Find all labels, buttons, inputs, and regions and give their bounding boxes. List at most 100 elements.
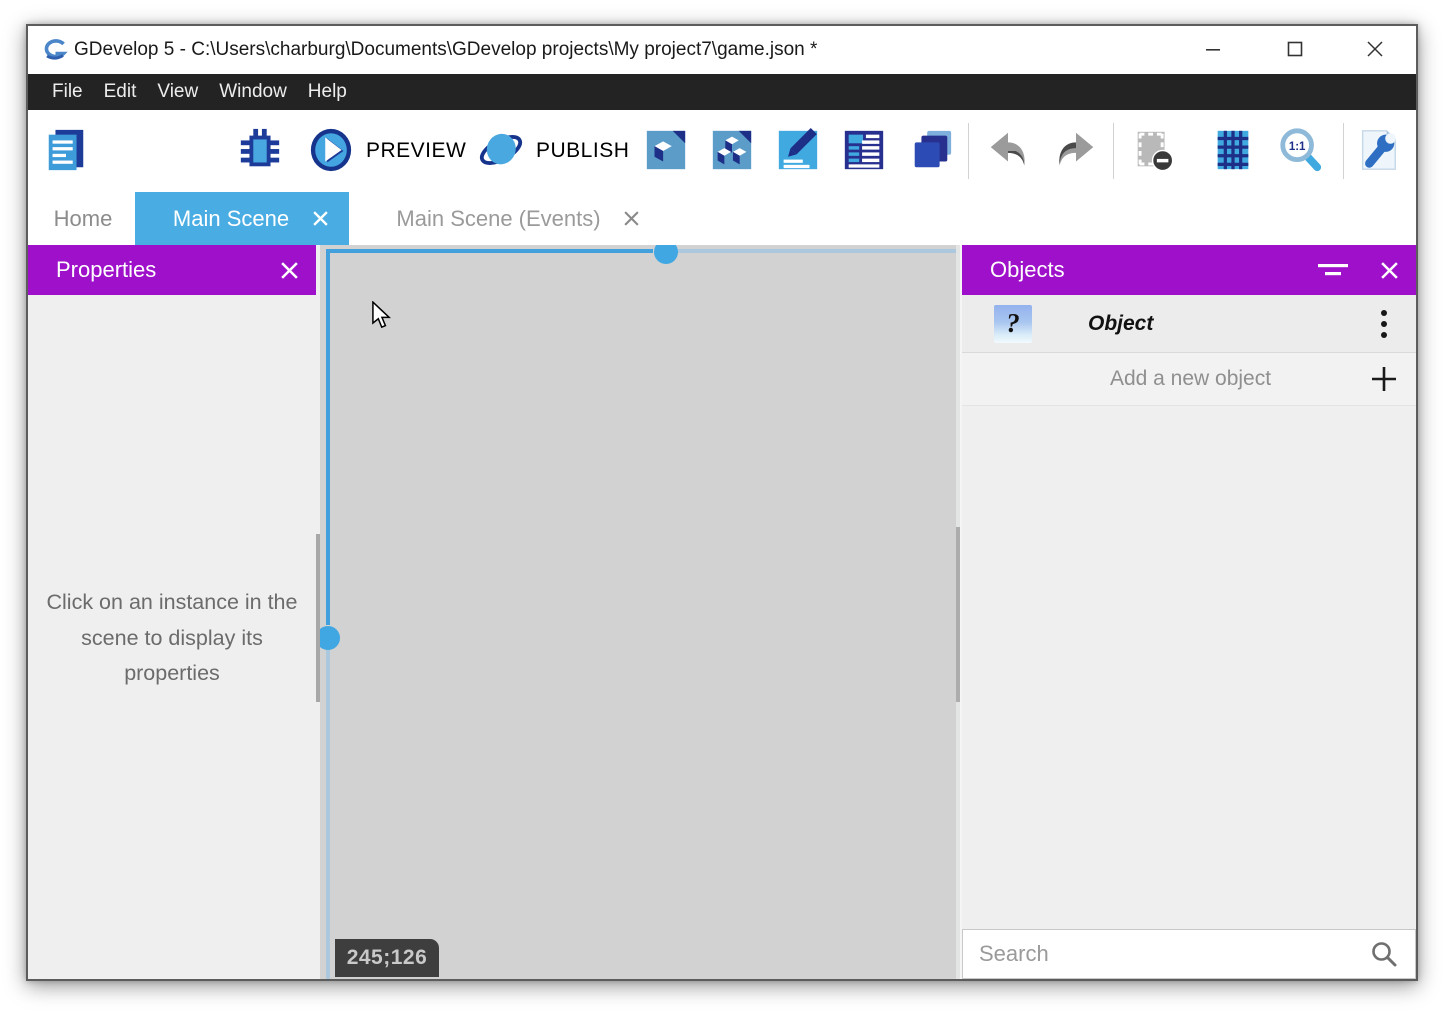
main-content: Properties Click on an instance in the s…	[28, 245, 1416, 979]
window-frame-top-border-extension	[676, 249, 956, 253]
window-frame-left-border-extension	[326, 649, 330, 979]
edit-object-groups-button[interactable]	[709, 127, 755, 173]
toolbar-separator	[1343, 123, 1344, 179]
search-input[interactable]	[963, 941, 1367, 967]
scene-editor: 245;126	[316, 245, 962, 979]
object-menu-button[interactable]	[1369, 307, 1399, 341]
debugger-button[interactable]	[237, 127, 283, 173]
add-object-button[interactable]	[1367, 362, 1401, 396]
properties-panel-title: Properties	[56, 257, 274, 283]
maximize-button[interactable]	[1272, 26, 1318, 72]
window-title: GDevelop 5 - C:\Users\charburg\Documents…	[74, 26, 817, 74]
menu-bar: File Edit View Window Help	[28, 74, 1416, 110]
redo-icon	[1053, 127, 1099, 173]
objects-panel-header: Objects	[962, 245, 1416, 295]
minimize-button[interactable]	[1190, 26, 1236, 72]
zoom-1-1-icon: 1:1	[1277, 127, 1323, 173]
minimize-icon	[1205, 41, 1221, 57]
edit-scene-properties-icon	[775, 127, 821, 173]
preview-label[interactable]: PREVIEW	[366, 110, 466, 192]
preview-button[interactable]	[308, 127, 354, 173]
close-icon	[1366, 40, 1384, 58]
close-icon	[623, 210, 640, 227]
close-objects-button[interactable]	[1374, 255, 1404, 285]
plus-icon	[1370, 365, 1398, 393]
layers-icon	[908, 127, 954, 173]
close-tab-button[interactable]	[305, 204, 335, 234]
frame-resize-handle-left[interactable]	[320, 626, 340, 650]
filter-icon	[1318, 262, 1348, 278]
edit-object-groups-icon	[709, 127, 755, 173]
close-icon	[1380, 261, 1399, 280]
mouse-cursor	[368, 301, 394, 329]
scene-right-scrollbar-thumb[interactable]	[956, 527, 960, 702]
scene-canvas[interactable]: 245;126	[320, 245, 956, 979]
undo-icon	[985, 127, 1031, 173]
objects-search-bar	[962, 929, 1416, 979]
close-properties-button[interactable]	[274, 255, 304, 285]
tab-label: Main Scene	[157, 206, 305, 232]
search-icon[interactable]	[1367, 937, 1401, 971]
gdevelop-logo-icon	[42, 37, 68, 63]
preview-play-icon	[308, 126, 354, 174]
tab-main-scene[interactable]: Main Scene	[135, 192, 349, 245]
toolbar: PREVIEW PUBLISH	[28, 110, 1416, 192]
objects-list-icon	[841, 127, 887, 173]
cursor-coordinates-badge: 245;126	[335, 939, 439, 977]
objects-panel-body	[962, 406, 1416, 979]
menu-file[interactable]: File	[42, 74, 93, 110]
app-window: GDevelop 5 - C:\Users\charburg\Documents…	[26, 24, 1418, 981]
menu-help[interactable]: Help	[298, 74, 357, 110]
debugger-icon	[237, 127, 283, 173]
redo-button[interactable]	[1053, 127, 1099, 173]
menu-window[interactable]: Window	[209, 74, 297, 110]
title-bar: GDevelop 5 - C:\Users\charburg\Documents…	[28, 26, 1416, 74]
tab-bar: Home Main Scene Main Scene (Events)	[28, 192, 1416, 245]
toggle-grid-button[interactable]	[1210, 127, 1256, 173]
objects-panel-title: Objects	[990, 257, 1318, 283]
close-icon	[312, 210, 329, 227]
menu-edit[interactable]: Edit	[94, 74, 147, 110]
add-object-label: Add a new object	[962, 367, 1367, 391]
delete-mask-button[interactable]	[1131, 127, 1177, 173]
object-default-icon: ?	[994, 305, 1032, 343]
filter-objects-button[interactable]	[1318, 255, 1348, 285]
grid-icon	[1210, 127, 1256, 173]
publish-globe-icon	[478, 126, 524, 174]
tab-label: Home	[31, 206, 135, 232]
edit-objects-icon	[643, 127, 689, 173]
tab-label: Main Scene (Events)	[381, 206, 616, 232]
edit-scene-properties-button[interactable]	[775, 127, 821, 173]
publish-label[interactable]: PUBLISH	[536, 110, 629, 192]
close-window-button[interactable]	[1352, 26, 1398, 72]
add-object-row[interactable]: Add a new object	[962, 353, 1416, 406]
objects-panel: Objects ? Object Add a new object	[962, 245, 1416, 979]
tab-main-scene-events[interactable]: Main Scene (Events)	[361, 192, 658, 245]
project-manager-icon	[43, 127, 89, 173]
window-frame-top-border	[326, 249, 653, 253]
maximize-icon	[1287, 41, 1303, 57]
open-settings-button[interactable]	[1355, 127, 1401, 173]
open-objects-list-button[interactable]	[841, 127, 887, 173]
window-frame-left-border	[326, 249, 330, 625]
frame-resize-handle-top[interactable]	[654, 245, 678, 264]
close-icon	[280, 261, 299, 280]
object-list-item[interactable]: ? Object	[962, 295, 1416, 353]
project-manager-button[interactable]	[43, 127, 89, 173]
properties-panel-header: Properties	[28, 245, 316, 295]
tab-home[interactable]: Home	[31, 192, 135, 245]
properties-panel: Properties Click on an instance in the s…	[28, 245, 316, 979]
properties-empty-message: Click on an instance in the scene to dis…	[28, 585, 316, 692]
settings-wrench-icon	[1355, 127, 1401, 173]
edit-objects-button[interactable]	[643, 127, 689, 173]
undo-button[interactable]	[985, 127, 1031, 173]
menu-view[interactable]: View	[147, 74, 208, 110]
delete-mask-icon	[1131, 127, 1177, 173]
toolbar-separator	[1113, 123, 1114, 179]
object-name: Object	[1088, 312, 1369, 336]
zoom-1-1-button[interactable]: 1:1	[1277, 127, 1323, 173]
close-tab-button[interactable]	[616, 204, 646, 234]
toolbar-separator	[968, 123, 969, 179]
publish-button[interactable]	[478, 127, 524, 173]
open-layers-button[interactable]	[908, 127, 954, 173]
